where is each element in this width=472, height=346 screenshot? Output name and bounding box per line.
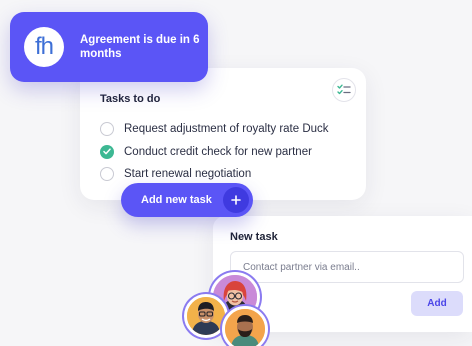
agreement-notification[interactable]: fh Agreement is due in 6 months (10, 12, 208, 82)
task-checkbox[interactable] (100, 122, 114, 137)
add-new-task-label: Add new task (141, 194, 212, 206)
task-checkbox-checked[interactable] (100, 144, 114, 159)
new-task-input[interactable] (230, 251, 464, 283)
avatar-man-beard (222, 306, 268, 346)
task-label: Request adjustment of royalty rate Duck (124, 123, 329, 136)
task-label: Start renewal negotiation (124, 168, 252, 181)
add-new-task-button[interactable]: Add new task (121, 183, 253, 217)
tasks-title: Tasks to do (100, 93, 161, 105)
add-task-submit-button[interactable]: Add (411, 291, 463, 316)
task-label: Conduct credit check for new partner (124, 145, 312, 158)
checklist-icon[interactable] (332, 78, 356, 102)
new-task-title: New task (230, 231, 278, 243)
plus-icon (223, 187, 249, 213)
task-list: Request adjustment of royalty rate Duck … (100, 118, 329, 186)
check-icon (103, 148, 111, 155)
canvas: fh Agreement is due in 6 months Tasks to… (0, 0, 472, 346)
notification-message: Agreement is due in 6 months (80, 34, 200, 60)
tasks-card: Tasks to do Request adjustment of royalt… (80, 68, 366, 200)
task-item[interactable]: Request adjustment of royalty rate Duck (100, 118, 329, 141)
task-checkbox[interactable] (100, 167, 114, 182)
task-item[interactable]: Conduct credit check for new partner (100, 141, 329, 164)
company-logo: fh (24, 27, 64, 67)
logo-text: fh (34, 33, 54, 60)
